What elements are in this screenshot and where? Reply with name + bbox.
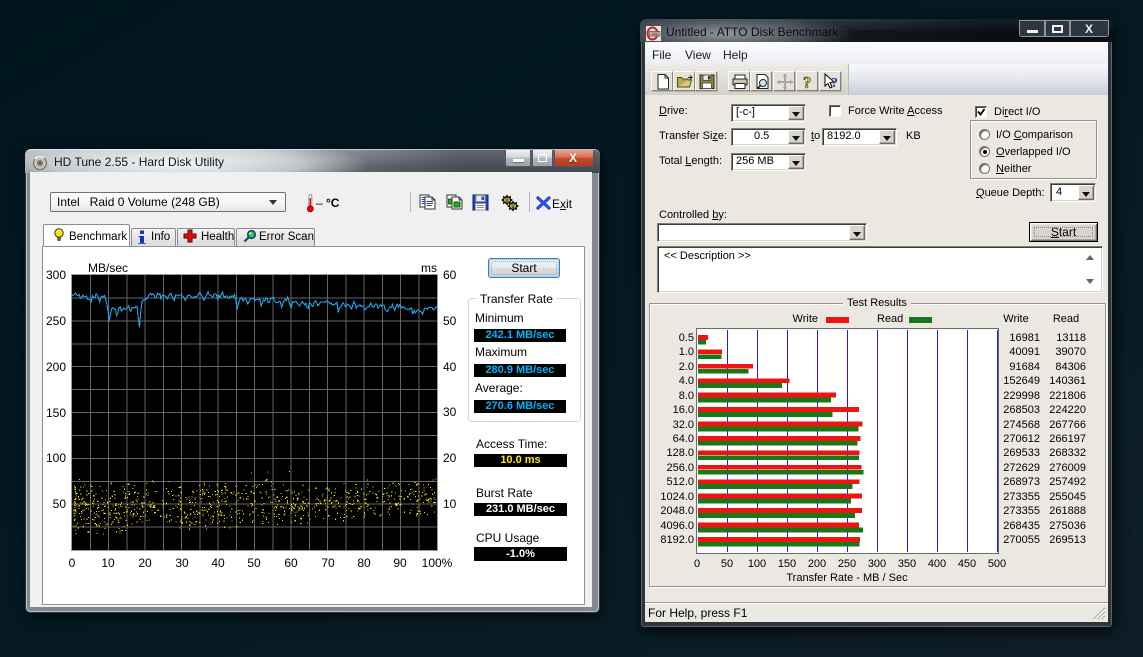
svg-text:?: ? [803,73,812,91]
svg-text:?: ? [831,76,838,91]
